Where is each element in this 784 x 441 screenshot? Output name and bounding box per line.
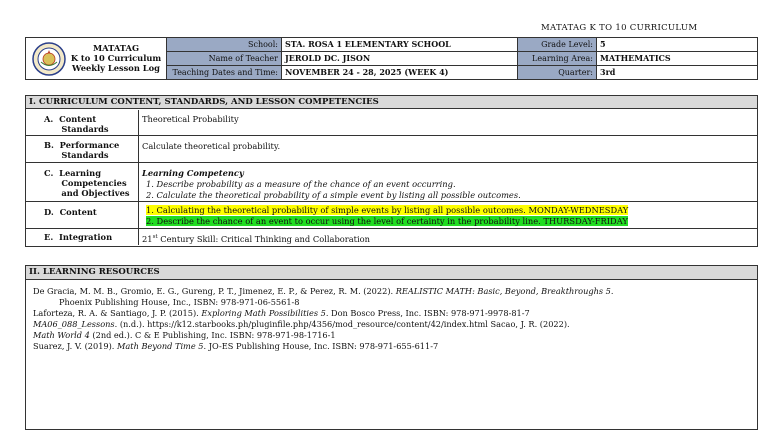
header-row-teacher: Name of Teacher JEROLD DC. JISON Learnin… <box>167 52 758 65</box>
title-line-3: Weekly Lesson Log <box>72 63 160 73</box>
grade-value: 5 <box>600 39 606 49</box>
reference-4-publisher: (2nd ed.). C & E Publishing, Inc. ISBN: … <box>89 330 336 340</box>
deped-seal-icon <box>32 42 66 76</box>
teacher-label: Name of Teacher <box>167 52 282 65</box>
content-standards-label: A. Content Standards <box>26 110 139 135</box>
competency-item-1: 1. Describe probability as a measure of … <box>146 179 456 189</box>
section2-title: II. LEARNING RESOURCES <box>26 266 757 280</box>
reference-3: MA06_088_Lessons. (n.d.). https://k12.st… <box>33 319 570 329</box>
grade-label: Grade Level: <box>518 38 597 51</box>
reference-2-publisher: Don Bosco Press, Inc. ISBN: 978-971-9978… <box>328 308 530 318</box>
reference-1-authors: De Gracia, M. M. B., Gromio, E. G., Gure… <box>33 286 396 296</box>
logo-cell: MATATAG K to 10 Curriculum Weekly Lesson… <box>26 38 166 79</box>
form-title: MATATAG K to 10 Curriculum Weekly Lesson… <box>68 43 164 73</box>
header-row-school: School: STA. ROSA 1 ELEMENTARY SCHOOL Gr… <box>167 38 758 51</box>
header-fields: School: STA. ROSA 1 ELEMENTARY SCHOOL Gr… <box>166 38 758 79</box>
learning-resources-section: II. LEARNING RESOURCES De Gracia, M. M. … <box>25 265 758 430</box>
school-label: School: <box>167 38 282 51</box>
reference-2-title: Exploring Math Possibilities 5. <box>201 308 329 318</box>
reference-5-publisher: JO-ES Publishing House, Inc. ISBN: 978-9… <box>206 341 439 351</box>
row-content-standards: A. Content Standards Theoretical Probabi… <box>26 110 757 136</box>
content-standards-value: Theoretical Probability <box>142 114 239 124</box>
competency-item-2: 2. Calculate the theoretical probability… <box>146 190 521 200</box>
area-label: Learning Area: <box>518 52 597 65</box>
integration-text: Century Skill: Critical Thinking and Col… <box>157 233 370 244</box>
row-learning-competencies: C. Learning Competencies and Objectives … <box>26 163 757 202</box>
content-item-2: 2. Describe the chance of an event to oc… <box>146 216 628 226</box>
dates-value: NOVEMBER 24 - 28, 2025 (WEEK 4) <box>282 66 518 79</box>
title-line-1: MATATAG <box>92 43 140 53</box>
learning-competencies-label: C. Learning Competencies and Objectives <box>26 163 139 201</box>
reference-5: Suarez, J. V. (2019). Math Beyond Time 5… <box>33 341 438 351</box>
area-value: MATHEMATICS <box>600 53 671 63</box>
section1-title: I. CURRICULUM CONTENT, STANDARDS, AND LE… <box>26 96 757 109</box>
quarter-value: 3rd <box>600 67 616 77</box>
reference-5-title: Math Beyond Time 5. <box>117 341 207 351</box>
reference-1: De Gracia, M. M. B., Gromio, E. G., Gure… <box>33 286 614 296</box>
reference-3-title: MA06_088_Lessons <box>33 319 115 329</box>
content-label: D. Content <box>26 202 139 228</box>
content-item-1: 1. Calculating the theoretical probabili… <box>146 205 629 215</box>
curriculum-banner: MATATAG K TO 10 CURRICULUM <box>541 23 698 33</box>
reference-4: Math World 4 (2nd ed.). C & E Publishing… <box>33 330 336 340</box>
reference-5-authors: Suarez, J. V. (2019). <box>33 341 118 351</box>
row-integration: E. Integration 21st Century Skill: Criti… <box>26 229 757 245</box>
reference-1-publisher: Phoenix Publishing House, Inc., ISBN: 97… <box>59 297 300 307</box>
curriculum-section: I. CURRICULUM CONTENT, STANDARDS, AND LE… <box>25 95 758 247</box>
quarter-label: Quarter: <box>518 66 597 79</box>
school-value: STA. ROSA 1 ELEMENTARY SCHOOL <box>282 38 518 51</box>
reference-1-title: REALISTIC MATH: Basic, Beyond, Breakthro… <box>395 286 614 296</box>
teacher-value: JEROLD DC. JISON <box>282 52 518 65</box>
reference-2-authors: Laforteza, R. A. & Santiago, J. P. (2015… <box>33 308 202 318</box>
dates-label: Teaching Dates and Time: <box>167 66 282 79</box>
row-content: D. Content 1. Calculating the theoretica… <box>26 202 757 229</box>
performance-standards-label: B. Performance Standards <box>26 136 139 162</box>
competency-heading: Learning Competency <box>142 168 244 178</box>
performance-standards-value: Calculate theoretical probability. <box>142 141 281 151</box>
integration-century: 21 <box>142 233 153 244</box>
header-row-dates: Teaching Dates and Time: NOVEMBER 24 - 2… <box>167 66 758 79</box>
integration-label: E. Integration <box>26 229 139 245</box>
reference-4-title: Math World 4 <box>33 330 90 340</box>
learning-competencies-value: Learning Competency 1. Describe probabil… <box>142 168 755 200</box>
reference-2: Laforteza, R. A. & Santiago, J. P. (2015… <box>33 308 530 318</box>
title-line-2: K to 10 Curriculum <box>70 53 162 63</box>
reference-3-url: . (n.d.). https://k12.starbooks.ph/plugi… <box>114 319 570 329</box>
integration-value: 21st Century Skill: Critical Thinking an… <box>142 232 755 244</box>
lesson-log-header: MATATAG K to 10 Curriculum Weekly Lesson… <box>25 37 758 80</box>
row-performance-standards: B. Performance Standards Calculate theor… <box>26 136 757 163</box>
